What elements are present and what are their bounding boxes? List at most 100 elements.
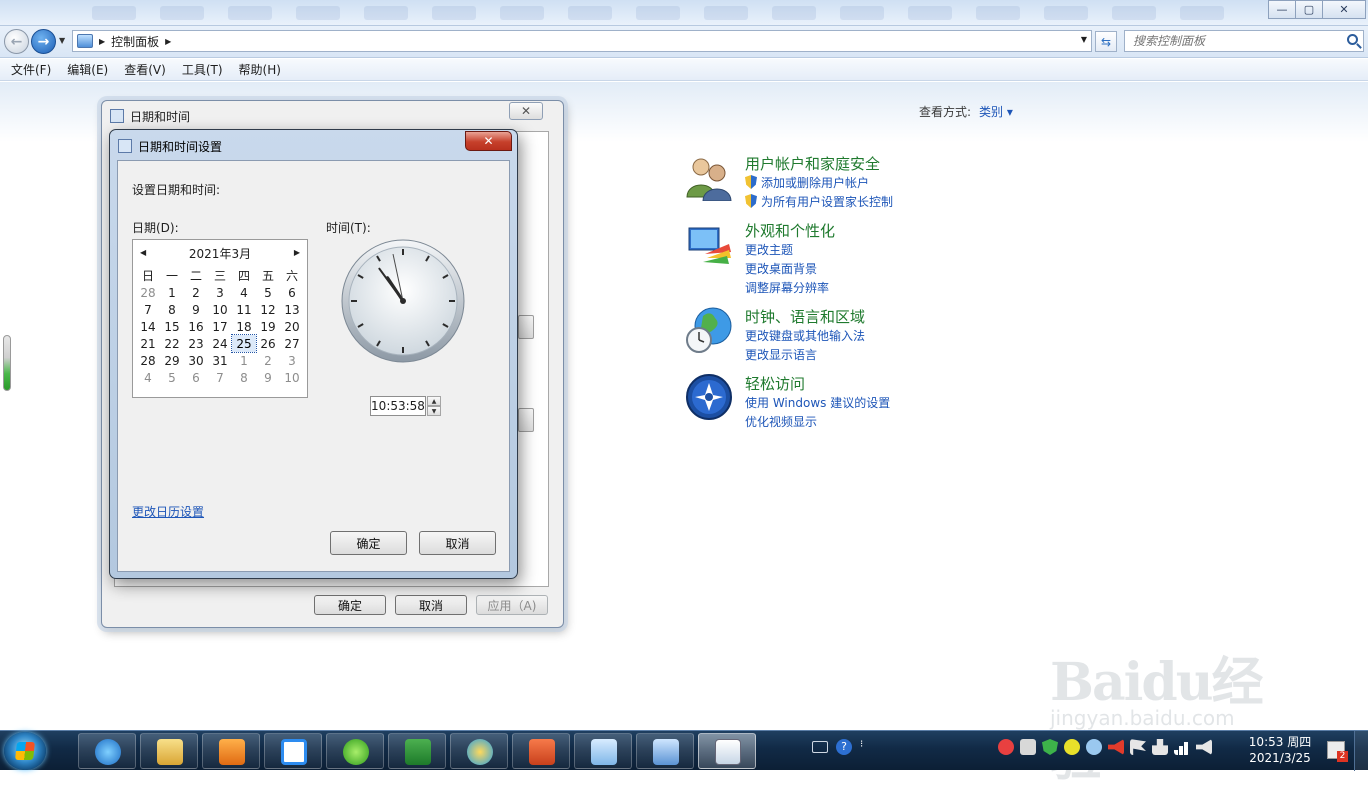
calendar-day[interactable]: 24 [208, 335, 232, 352]
address-history-dropdown[interactable]: ▼ [1081, 35, 1087, 44]
view-by-dropdown[interactable]: 类别 ▾ [979, 105, 1013, 119]
change-calendar-settings-link[interactable]: 更改日历设置 [132, 503, 204, 520]
network-adapter-icon[interactable] [1020, 739, 1036, 755]
calendar-day[interactable]: 3 [208, 284, 232, 301]
flower-icon[interactable] [1086, 739, 1102, 755]
time-input[interactable]: 10:53:58 [370, 396, 426, 416]
taskbar-app[interactable] [326, 733, 384, 769]
calendar-day[interactable]: 27 [280, 335, 304, 352]
taskbar-clock[interactable]: 10:53 周四 2021/3/25 [1240, 734, 1320, 766]
link-change-display-language[interactable]: 更改显示语言 [745, 346, 817, 363]
background-tab[interactable] [1112, 6, 1156, 20]
chevron-right-icon[interactable]: ▶ [99, 37, 105, 46]
taskbar-app[interactable] [512, 733, 570, 769]
calendar-day[interactable]: 4 [232, 284, 256, 301]
calendar-day[interactable]: 10 [208, 301, 232, 318]
taskbar-app[interactable] [202, 733, 260, 769]
calendar-day[interactable]: 18 [232, 318, 256, 335]
ok-button[interactable]: 确定 [314, 595, 386, 615]
background-tab[interactable] [228, 6, 272, 20]
minimize-button[interactable]: — [1268, 0, 1296, 19]
calendar-day[interactable]: 11 [232, 301, 256, 318]
recent-pages-dropdown[interactable]: ▼ [59, 36, 65, 45]
calendar-day[interactable]: 3 [280, 352, 304, 369]
background-tab[interactable] [704, 6, 748, 20]
calendar-day[interactable]: 5 [160, 369, 184, 386]
cancel-button[interactable]: 取消 [419, 531, 496, 555]
background-tab[interactable] [364, 6, 408, 20]
background-tab[interactable] [636, 6, 680, 20]
calendar-day[interactable]: 1 [232, 352, 256, 369]
background-tab[interactable] [840, 6, 884, 20]
background-tab[interactable] [296, 6, 340, 20]
maximize-button[interactable]: ▢ [1295, 0, 1323, 19]
appearance-icon[interactable] [685, 220, 733, 268]
calendar-day[interactable]: 9 [184, 301, 208, 318]
address-field[interactable]: ▶ 控制面板 ▶ ▼ [72, 30, 1092, 52]
background-tab[interactable] [500, 6, 544, 20]
forward-button[interactable]: → [31, 29, 56, 54]
calendar-day[interactable]: 17 [208, 318, 232, 335]
close-button[interactable]: ✕ [465, 131, 512, 151]
category-title[interactable]: 时钟、语言和区域 [745, 306, 865, 327]
calendar-day-selected[interactable]: 25 [231, 334, 257, 353]
calendar-day[interactable]: 26 [256, 335, 280, 352]
taskbar-app[interactable] [388, 733, 446, 769]
apply-button[interactable]: 应用（A) [476, 595, 548, 615]
ease-of-access-icon[interactable] [685, 373, 733, 421]
calendar-day[interactable]: 29 [160, 352, 184, 369]
calendar-day[interactable]: 28 [136, 284, 160, 301]
category-title[interactable]: 外观和个性化 [745, 220, 835, 241]
taskbar-app[interactable] [450, 733, 508, 769]
taskbar-app[interactable] [636, 733, 694, 769]
calendar-day[interactable]: 20 [280, 318, 304, 335]
plus-icon[interactable] [1064, 739, 1080, 755]
ok-button[interactable]: 确定 [330, 531, 407, 555]
spin-down-button[interactable]: ▼ [427, 406, 441, 416]
calendar-day[interactable]: 23 [184, 335, 208, 352]
calendar-day[interactable]: 6 [184, 369, 208, 386]
power-plug-icon[interactable] [1152, 739, 1168, 755]
taskbar-app-active[interactable] [698, 733, 756, 769]
calendar-day[interactable]: 15 [160, 318, 184, 335]
chevron-right-icon[interactable]: ▶ [165, 37, 171, 46]
input-options-icon[interactable]: ⁝ [860, 739, 868, 755]
menu-tools[interactable]: 工具(T) [182, 61, 223, 78]
refresh-button[interactable]: ⇆ [1095, 31, 1117, 52]
calendar-day[interactable]: 8 [232, 369, 256, 386]
calendar-day[interactable]: 12 [256, 301, 280, 318]
calendar-day[interactable]: 14 [136, 318, 160, 335]
calendar-day[interactable]: 8 [160, 301, 184, 318]
calendar-day[interactable]: 30 [184, 352, 208, 369]
globe-clock-icon[interactable] [685, 306, 733, 354]
background-tab[interactable] [1044, 6, 1088, 20]
link-change-background[interactable]: 更改桌面背景 [745, 260, 817, 277]
background-tab[interactable] [976, 6, 1020, 20]
link-change-keyboard[interactable]: 更改键盘或其他输入法 [745, 327, 865, 344]
security-shield-icon[interactable] [1042, 739, 1058, 755]
calendar-day[interactable]: 28 [136, 352, 160, 369]
calendar-day[interactable]: 1 [160, 284, 184, 301]
hidden-button[interactable] [518, 315, 534, 339]
speaker-muted-icon[interactable] [1108, 739, 1124, 755]
start-button[interactable] [4, 732, 46, 770]
link-recommended-settings[interactable]: 使用 Windows 建议的设置 [745, 394, 890, 411]
taskbar-app[interactable] [264, 733, 322, 769]
next-month-button[interactable]: ▶ [294, 248, 300, 257]
calendar-day[interactable]: 31 [208, 352, 232, 369]
hidden-button[interactable] [518, 408, 534, 432]
cancel-button[interactable]: 取消 [395, 595, 467, 615]
calendar-day[interactable]: 19 [256, 318, 280, 335]
calendar-day[interactable]: 10 [280, 369, 304, 386]
search-icon[interactable] [1347, 34, 1358, 45]
show-desktop-button[interactable] [1354, 731, 1368, 771]
link-change-theme[interactable]: 更改主题 [745, 241, 793, 258]
calendar-day[interactable]: 2 [256, 352, 280, 369]
background-tab[interactable] [160, 6, 204, 20]
taskbar-app[interactable] [574, 733, 632, 769]
link-adjust-resolution[interactable]: 调整屏幕分辨率 [745, 279, 829, 296]
taskbar-app[interactable] [140, 733, 198, 769]
menu-help[interactable]: 帮助(H) [239, 61, 281, 78]
background-tab[interactable] [568, 6, 612, 20]
signal-strength-icon[interactable] [1174, 739, 1190, 755]
